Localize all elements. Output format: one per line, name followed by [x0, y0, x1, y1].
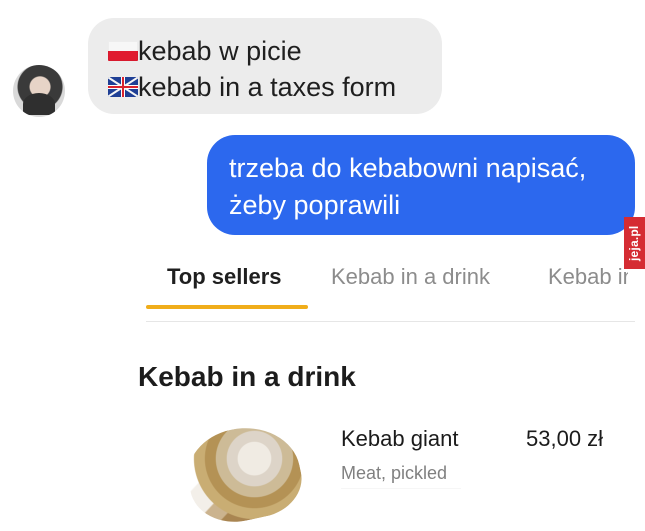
active-tab-indicator — [146, 305, 308, 309]
outgoing-message-line-2: żeby poprawili — [229, 190, 401, 220]
poland-flag-icon — [108, 41, 138, 61]
menu-item-name: Kebab giant — [341, 426, 459, 451]
outgoing-message-line-1: trzeba do kebabowni napisać, — [229, 153, 587, 183]
tabs-divider — [146, 321, 635, 322]
uk-flag-cross-vertical — [122, 77, 124, 97]
menu-item-description: Meat, pickled — [341, 463, 448, 483]
incoming-message-bubble[interactable]: kebab w picie kebab in a taxes form — [88, 18, 442, 114]
kebab-item-image — [179, 417, 309, 531]
incoming-message-text-2: kebab in a taxes form — [138, 72, 397, 102]
section-title: Kebab in a drink — [138, 361, 356, 392]
menu-item-price: 53,00 zł — [526, 426, 604, 451]
incoming-message-line-1: kebab w picie — [108, 33, 424, 69]
incoming-message-line-2: kebab in a taxes form — [108, 69, 424, 105]
uk-flag-icon — [108, 77, 138, 97]
tab-kebab-more[interactable]: Kebab in — [548, 263, 628, 291]
menu-item[interactable]: Kebab giant 53,00 zł Meat, pickled — [0, 417, 645, 531]
sender-avatar[interactable] — [13, 65, 65, 117]
incoming-message-text-1: kebab w picie — [138, 36, 302, 66]
outgoing-message-bubble[interactable]: trzeba do kebabowni napisać, żeby popraw… — [207, 135, 635, 235]
menu-tabs: Top sellers Kebab in a drink Kebab in — [0, 247, 645, 322]
tab-kebab-in-a-drink[interactable]: Kebab in a drink — [331, 263, 490, 291]
tab-top-sellers[interactable]: Top sellers — [167, 263, 282, 291]
